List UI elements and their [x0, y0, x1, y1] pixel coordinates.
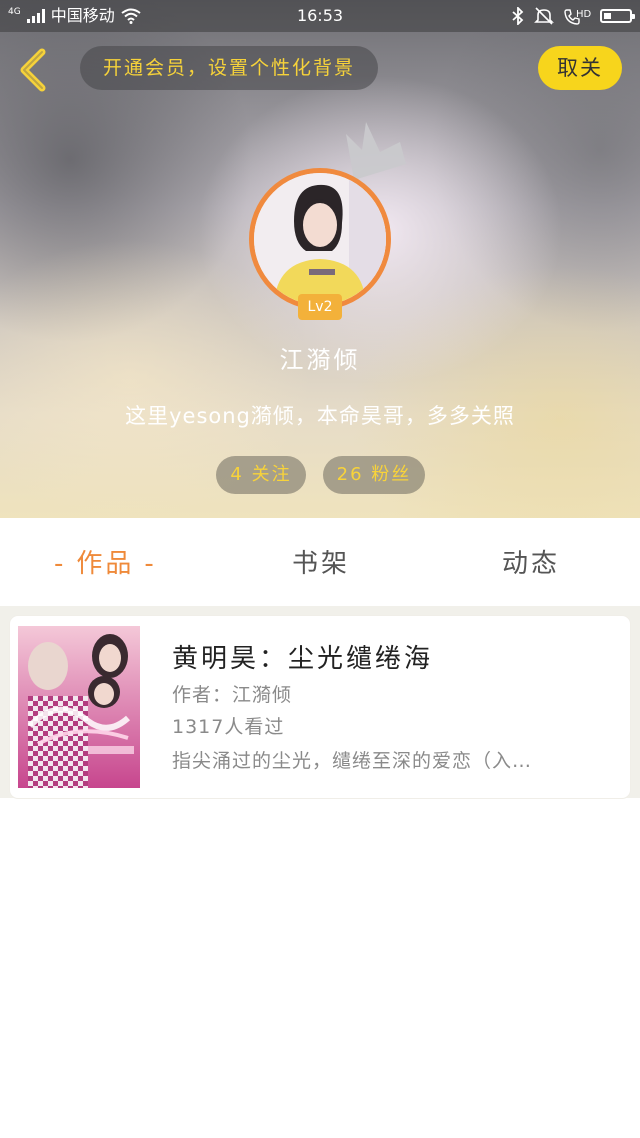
work-description: 指尖涌过的尘光，缱绻至深的爱恋（入…	[172, 750, 533, 772]
user-bio: 这里yesong漪倾，本命昊哥，多多关照	[125, 404, 515, 428]
hd-call-icon: HD	[564, 7, 591, 25]
avatar[interactable]	[249, 168, 391, 310]
bluetooth-icon	[512, 7, 524, 25]
active-tab-dash-right: -	[144, 549, 157, 579]
tab-bookshelf[interactable]: 书架	[292, 518, 350, 606]
unfollow-button[interactable]: 取关	[538, 46, 622, 90]
following-count[interactable]: 4 关注	[216, 456, 306, 494]
bell-muted-icon	[534, 7, 554, 25]
status-bar: 4G 中国移动 16:53 HD	[0, 0, 640, 32]
fans-count[interactable]: 26 粉丝	[323, 456, 425, 494]
active-tab-dash-left: -	[54, 549, 67, 579]
back-button[interactable]	[14, 48, 54, 92]
tab-bookshelf-label: 书架	[292, 549, 351, 579]
work-author: 作者：江漪倾	[172, 684, 293, 706]
tab-activity-label: 动态	[502, 549, 561, 579]
work-views: 1317人看过	[172, 716, 285, 738]
tab-activity[interactable]: 动态	[502, 518, 560, 606]
avatar-photo	[254, 173, 386, 305]
tab-works[interactable]: - 作品 -	[44, 518, 167, 606]
tab-bar: - 作品 - 书架 动态	[0, 518, 640, 606]
tab-works-label: 作品	[76, 549, 135, 579]
vip-banner[interactable]: 开通会员，设置个性化背景	[80, 46, 378, 90]
hd-label: HD	[576, 9, 592, 20]
section-divider	[0, 606, 640, 616]
battery-icon	[600, 9, 635, 23]
level-badge: Lv2	[298, 294, 342, 320]
work-title[interactable]: 黄明昊：尘光缱绻海	[172, 638, 433, 675]
username: 江漪倾	[279, 346, 361, 374]
status-right: HD	[512, 0, 635, 32]
book-cover	[18, 626, 140, 788]
work-card[interactable]: 黄明昊：尘光缱绻海 作者：江漪倾 1317人看过 指尖涌过的尘光，缱绻至深的爱恋…	[10, 616, 630, 798]
